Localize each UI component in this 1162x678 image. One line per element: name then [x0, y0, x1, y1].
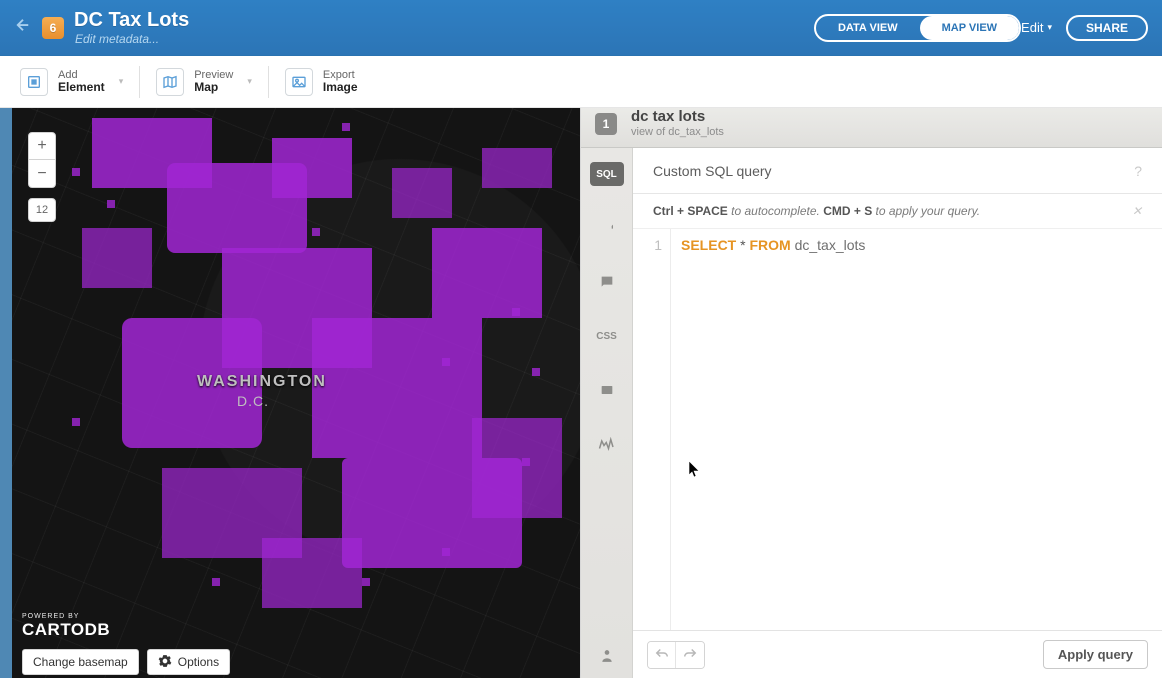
add-element-t2: Element — [58, 81, 105, 94]
editor-code[interactable]: SELECT * FROM dc_tax_lots — [671, 229, 875, 630]
add-element-button[interactable]: Add Element ▾ — [20, 68, 123, 96]
layer-description: view of dc_tax_lots — [631, 126, 724, 138]
panel-side-tabs: SQL CSS — [581, 148, 633, 678]
gear-icon — [158, 654, 172, 671]
app-header: 6 DC Tax Lots Edit metadata... DATA VIEW… — [0, 0, 1162, 56]
options-button[interactable]: Options — [147, 649, 230, 675]
tab-legends[interactable] — [590, 378, 624, 402]
zoom-controls: + − 12 — [28, 132, 56, 222]
export-image-button[interactable]: Export Image — [285, 68, 358, 96]
panel-footer: Apply query — [633, 630, 1162, 678]
undo-button[interactable] — [648, 642, 676, 668]
sql-editor[interactable]: 1 SELECT * FROM dc_tax_lots — [633, 229, 1162, 630]
chevron-down-icon: ▾ — [1047, 22, 1052, 33]
export-image-icon — [285, 68, 313, 96]
layers-panel: + Add layer 1 dc tax lots view of dc_tax… — [580, 108, 1162, 678]
edit-dropdown[interactable]: Edit ▾ — [1021, 20, 1052, 35]
chevron-down-icon: ▾ — [115, 76, 124, 87]
preview-map-t2: Map — [194, 81, 233, 94]
panel-header: Custom SQL query ? — [633, 148, 1162, 194]
table-badge: 6 — [42, 17, 64, 39]
title-block: DC Tax Lots Edit metadata... — [74, 9, 189, 46]
preview-map-icon — [156, 68, 184, 96]
map-city-label: WASHINGTON — [197, 373, 327, 391]
tab-data-view[interactable]: DATA VIEW — [816, 16, 920, 40]
zoom-out-button[interactable]: − — [28, 160, 56, 188]
header-right: Edit ▾ SHARE — [1021, 15, 1148, 41]
share-button[interactable]: SHARE — [1066, 15, 1148, 41]
tab-filters[interactable] — [590, 432, 624, 456]
tab-css[interactable]: CSS — [590, 324, 624, 348]
tab-map-view[interactable]: MAP VIEW — [920, 16, 1019, 40]
panel-hint: Ctrl + SPACE to autocomplete. CMD + S to… — [633, 194, 1162, 229]
add-element-icon — [20, 68, 48, 96]
edit-metadata-link[interactable]: Edit metadata... — [74, 32, 189, 46]
panel-body: SQL CSS — [581, 148, 1162, 678]
layer-name: dc tax lots — [631, 109, 724, 126]
change-basemap-label: Change basemap — [33, 655, 128, 669]
tab-infowindow[interactable] — [590, 270, 624, 294]
toolbar-separator — [268, 66, 269, 98]
toolbar-separator — [139, 66, 140, 98]
undo-redo-group — [647, 641, 705, 669]
change-basemap-button[interactable]: Change basemap — [22, 649, 139, 675]
panel-content: Custom SQL query ? Ctrl + SPACE to autoc… — [633, 148, 1162, 678]
zoom-level-indicator: 12 — [28, 198, 56, 222]
editor-toolbar: Add Element ▾ Preview Map ▾ Export Image — [0, 56, 1162, 108]
main-area: WASHINGTON D.C. + − 12 POWERED BY CARTOD… — [0, 108, 1162, 678]
tab-wizard[interactable] — [590, 216, 624, 240]
tab-sql[interactable]: SQL — [590, 162, 624, 186]
header-left: 6 DC Tax Lots Edit metadata... — [14, 9, 814, 46]
powered-by-line1: POWERED BY — [22, 613, 110, 620]
layer-number-badge: 1 — [595, 113, 617, 135]
preview-map-button[interactable]: Preview Map ▾ — [156, 68, 252, 96]
gutter-line-1: 1 — [633, 237, 662, 253]
close-hint-icon[interactable]: ✕ — [1132, 204, 1142, 218]
apply-query-button[interactable]: Apply query — [1043, 640, 1148, 669]
edit-dropdown-label: Edit — [1021, 20, 1043, 35]
powered-by-line2: CARTODB — [22, 620, 110, 640]
view-toggle: DATA VIEW MAP VIEW — [814, 14, 1021, 42]
panel-header-title: Custom SQL query — [653, 163, 772, 179]
layer-row[interactable]: 1 dc tax lots view of dc_tax_lots — [581, 108, 1162, 148]
tab-options[interactable] — [590, 644, 624, 668]
export-image-t2: Image — [323, 81, 358, 94]
zoom-in-button[interactable]: + — [28, 132, 56, 160]
page-title: DC Tax Lots — [74, 9, 189, 32]
editor-gutter: 1 — [633, 229, 671, 630]
powered-by-logo: POWERED BY CARTODB — [22, 613, 110, 640]
map-city-label2: D.C. — [237, 393, 269, 409]
redo-button[interactable] — [676, 642, 704, 668]
back-arrow-icon[interactable] — [14, 16, 32, 39]
help-icon[interactable]: ? — [1134, 163, 1142, 179]
chevron-down-icon: ▾ — [243, 76, 252, 87]
options-label: Options — [178, 655, 219, 669]
